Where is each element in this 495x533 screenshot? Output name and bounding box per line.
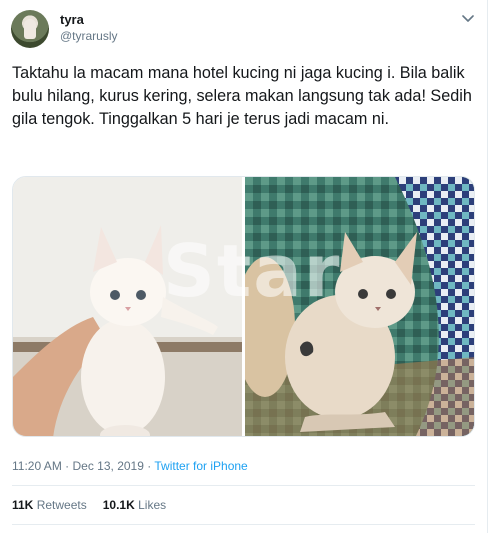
- watermark-star: Star: [163, 229, 342, 313]
- user-name[interactable]: tyra: [60, 12, 84, 27]
- likes-count: 10.1K: [102, 498, 135, 512]
- timestamp-separator-2: ·: [147, 459, 152, 473]
- retweets-stat[interactable]: 11K Retweets: [12, 498, 87, 512]
- avatar[interactable]: [11, 10, 49, 48]
- chevron-down-icon[interactable]: [462, 14, 474, 24]
- retweets-count: 11K: [12, 498, 34, 512]
- likes-label: Likes: [138, 498, 167, 512]
- media-grid[interactable]: Star: [12, 176, 475, 437]
- divider-bottom: [12, 524, 475, 525]
- timestamp-separator: ·: [65, 459, 70, 473]
- divider-top: [12, 485, 475, 486]
- tweet-source-link[interactable]: Twitter for iPhone: [154, 459, 247, 473]
- tweet-timestamp: 11:20 AM · Dec 13, 2019 · Twitter for iP…: [12, 459, 248, 473]
- user-handle[interactable]: @tyrarusly: [60, 29, 118, 43]
- tweet-card: tyra @tyrarusly Taktahu la macam mana ho…: [0, 0, 495, 533]
- tweet-time[interactable]: 11:20 AM: [12, 459, 62, 473]
- tweet-stats: 11K Retweets 10.1K Likes: [12, 498, 166, 512]
- tweet-date[interactable]: Dec 13, 2019: [73, 459, 144, 473]
- retweets-label: Retweets: [36, 498, 87, 512]
- likes-stat[interactable]: 10.1K Likes: [103, 498, 166, 512]
- avatar-figure: [24, 19, 36, 39]
- tweet-text: Taktahu la macam mana hotel kucing ni ja…: [12, 64, 472, 128]
